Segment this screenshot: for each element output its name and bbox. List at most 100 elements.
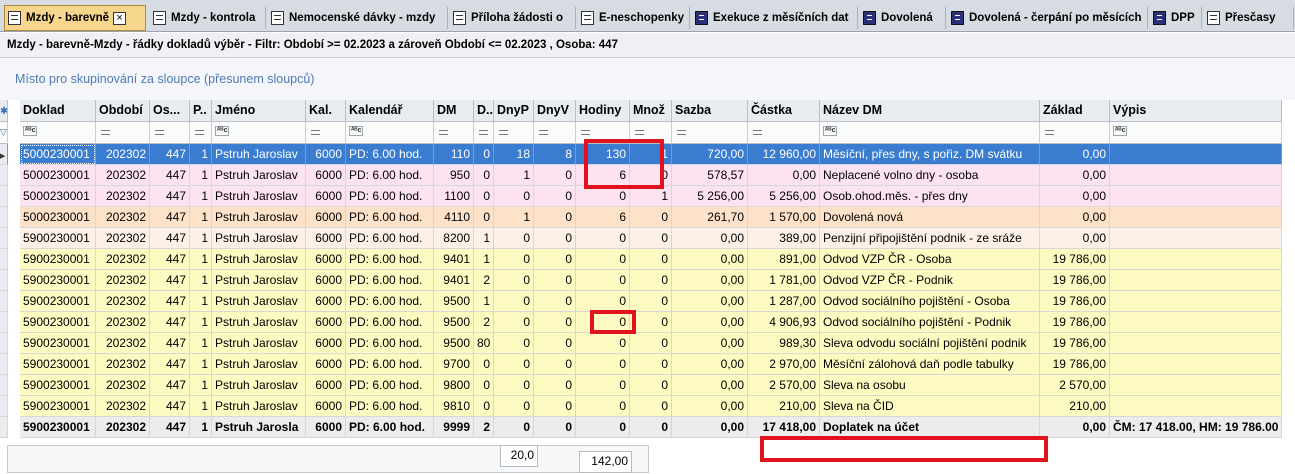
cell-částka[interactable]: 12 960,00 bbox=[748, 144, 820, 165]
filter-cell[interactable] bbox=[576, 122, 630, 144]
column-header[interactable]: Základ bbox=[1040, 100, 1110, 122]
cell-množ[interactable]: 0 bbox=[630, 354, 672, 375]
cell-dnyv[interactable]: 0 bbox=[534, 291, 576, 312]
cell-částka[interactable]: 5 256,00 bbox=[748, 186, 820, 207]
cell-jméno[interactable]: Pstruh Jaroslav bbox=[212, 312, 306, 333]
cell-kalendář[interactable]: PD: 6.00 hod. bbox=[346, 186, 434, 207]
column-header[interactable]: Název DM bbox=[820, 100, 1040, 122]
cell-dnyp[interactable]: 0 bbox=[494, 186, 534, 207]
cell-období[interactable]: 202302 bbox=[96, 270, 150, 291]
cell-d[interactable]: 0 bbox=[474, 396, 494, 417]
cell-jméno[interactable]: Pstruh Jaroslav bbox=[212, 333, 306, 354]
cell-základ[interactable]: 19 786,00 bbox=[1040, 354, 1110, 375]
cell-název-dm[interactable]: Doplatek na účet bbox=[820, 417, 1040, 438]
cell-hodiny[interactable]: 0 bbox=[576, 375, 630, 396]
row-indicator[interactable] bbox=[0, 270, 8, 291]
cell-os[interactable]: 447 bbox=[150, 144, 190, 165]
table-row[interactable]: 5900230001 202302 447 1 Pstruh Jaroslav 6000 P… bbox=[0, 291, 1295, 312]
column-header[interactable]: Výpis bbox=[1110, 100, 1282, 122]
cell-částka[interactable]: 1 287,00 bbox=[748, 291, 820, 312]
cell-hodiny[interactable]: 0 bbox=[576, 228, 630, 249]
row-indicator[interactable] bbox=[0, 354, 8, 375]
tab-4[interactable]: Příloha žádosti o bbox=[450, 7, 576, 29]
column-header[interactable]: Os... bbox=[150, 100, 190, 122]
cell-kal[interactable]: 6000 bbox=[306, 354, 346, 375]
table-row[interactable]: 5900230001 202302 447 1 Pstruh Jaroslav 6000 P… bbox=[0, 270, 1295, 291]
column-header[interactable]: Sazba bbox=[672, 100, 748, 122]
row-indicator[interactable] bbox=[0, 312, 8, 333]
cell-dnyv[interactable]: 0 bbox=[534, 396, 576, 417]
cell-název-dm[interactable]: Měsíční, přes dny, s pořiz. DM svátku bbox=[820, 144, 1040, 165]
cell-p[interactable]: 1 bbox=[190, 354, 212, 375]
column-header[interactable]: DM bbox=[434, 100, 474, 122]
cell-název-dm[interactable]: Sleva na osobu bbox=[820, 375, 1040, 396]
filter-cell[interactable]: ᴬᴮc bbox=[20, 122, 96, 144]
row-indicator[interactable] bbox=[0, 396, 8, 417]
column-header[interactable]: Kal. bbox=[306, 100, 346, 122]
row-indicator[interactable] bbox=[0, 186, 8, 207]
cell-základ[interactable]: 19 786,00 bbox=[1040, 312, 1110, 333]
cell-d[interactable]: 0 bbox=[474, 165, 494, 186]
cell-dnyv[interactable]: 0 bbox=[534, 186, 576, 207]
cell-dnyp[interactable]: 0 bbox=[494, 228, 534, 249]
cell-doklad[interactable]: 5900230001 bbox=[20, 249, 96, 270]
cell-os[interactable]: 447 bbox=[150, 207, 190, 228]
cell-dnyp[interactable]: 1 bbox=[494, 207, 534, 228]
cell-dnyv[interactable]: 8 bbox=[534, 144, 576, 165]
filter-cell[interactable] bbox=[1040, 122, 1110, 144]
cell-výpis[interactable] bbox=[1110, 354, 1282, 375]
tab-1[interactable]: Mzdy - barevně × bbox=[4, 5, 146, 31]
cell-množ[interactable]: 0 bbox=[630, 228, 672, 249]
cell-doklad[interactable]: 5900230001 bbox=[20, 333, 96, 354]
cell-hodiny[interactable]: 0 bbox=[576, 354, 630, 375]
cell-dnyp[interactable]: 1 bbox=[494, 165, 534, 186]
cell-dm[interactable]: 950 bbox=[434, 165, 474, 186]
cell-dm[interactable]: 4110 bbox=[434, 207, 474, 228]
cell-hodiny[interactable]: 0 bbox=[576, 417, 630, 438]
cell-os[interactable]: 447 bbox=[150, 354, 190, 375]
cell-základ[interactable]: 19 786,00 bbox=[1040, 291, 1110, 312]
cell-dnyp[interactable]: 0 bbox=[494, 333, 534, 354]
cell-období[interactable]: 202302 bbox=[96, 144, 150, 165]
cell-částka[interactable]: 17 418,00 bbox=[748, 417, 820, 438]
cell-množ[interactable]: 0 bbox=[630, 270, 672, 291]
cell-základ[interactable]: 19 786,00 bbox=[1040, 249, 1110, 270]
cell-dnyv[interactable]: 0 bbox=[534, 207, 576, 228]
cell-p[interactable]: 1 bbox=[190, 144, 212, 165]
cell-dnyp[interactable]: 0 bbox=[494, 291, 534, 312]
cell-základ[interactable]: 0,00 bbox=[1040, 417, 1110, 438]
table-row[interactable]: 5900230001 202302 447 1 Pstruh Jaroslav 6000 P… bbox=[0, 249, 1295, 270]
cell-základ[interactable]: 0,00 bbox=[1040, 186, 1110, 207]
cell-dnyv[interactable]: 0 bbox=[534, 249, 576, 270]
cell-sazba[interactable]: 5 256,00 bbox=[672, 186, 748, 207]
cell-dm[interactable]: 8200 bbox=[434, 228, 474, 249]
cell-p[interactable]: 1 bbox=[190, 333, 212, 354]
cell-výpis[interactable] bbox=[1110, 312, 1282, 333]
cell-období[interactable]: 202302 bbox=[96, 186, 150, 207]
cell-sazba[interactable]: 0,00 bbox=[672, 270, 748, 291]
filter-cell[interactable] bbox=[96, 122, 150, 144]
cell-p[interactable]: 1 bbox=[190, 291, 212, 312]
cell-množ[interactable]: 1 bbox=[630, 144, 672, 165]
cell-sazba[interactable]: 0,00 bbox=[672, 228, 748, 249]
cell-základ[interactable]: 2 570,00 bbox=[1040, 375, 1110, 396]
cell-dnyv[interactable]: 0 bbox=[534, 333, 576, 354]
cell-kalendář[interactable]: PD: 6.00 hod. bbox=[346, 396, 434, 417]
cell-částka[interactable]: 210,00 bbox=[748, 396, 820, 417]
filter-cell[interactable]: ᴬᴮc bbox=[820, 122, 1040, 144]
cell-kal[interactable]: 6000 bbox=[306, 144, 346, 165]
cell-období[interactable]: 202302 bbox=[96, 354, 150, 375]
cell-d[interactable]: 0 bbox=[474, 144, 494, 165]
column-header[interactable]: Hodiny bbox=[576, 100, 630, 122]
cell-částka[interactable]: 389,00 bbox=[748, 228, 820, 249]
filter-cell[interactable] bbox=[672, 122, 748, 144]
cell-množ[interactable]: 0 bbox=[630, 396, 672, 417]
cell-sazba[interactable]: 261,70 bbox=[672, 207, 748, 228]
cell-částka[interactable]: 989,30 bbox=[748, 333, 820, 354]
group-by-drop-zone[interactable]: Místo pro skupinování za sloupce (přesun… bbox=[0, 59, 1295, 100]
cell-název-dm[interactable]: Odvod sociálního pojištění - Osoba bbox=[820, 291, 1040, 312]
cell-dm[interactable]: 110 bbox=[434, 144, 474, 165]
cell-doklad[interactable]: 5900230001 bbox=[20, 291, 96, 312]
cell-období[interactable]: 202302 bbox=[96, 375, 150, 396]
cell-dnyv[interactable]: 0 bbox=[534, 312, 576, 333]
